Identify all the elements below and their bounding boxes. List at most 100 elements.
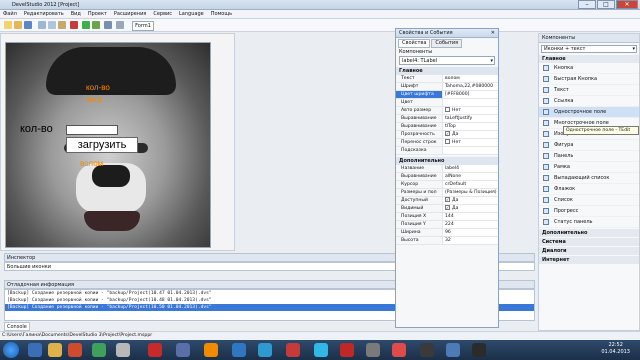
maximize-button[interactable]: □ xyxy=(597,0,615,9)
edit-field[interactable] xyxy=(66,125,118,135)
form-designer[interactable]: кол-во загр кол-во загрузить волом xyxy=(5,42,211,248)
property-value[interactable]: 144 xyxy=(442,213,498,220)
mail-icon[interactable] xyxy=(258,343,272,357)
property-row[interactable]: Размеры и пол (Размеры & Позиция) xyxy=(396,189,498,197)
cut-icon[interactable] xyxy=(38,21,46,29)
ie-icon[interactable] xyxy=(28,343,42,357)
calculator-icon[interactable] xyxy=(176,343,190,357)
component-item[interactable]: Рамка xyxy=(539,162,639,173)
app-icon[interactable] xyxy=(92,343,106,357)
property-value[interactable]: ✓ Да xyxy=(442,205,498,212)
settings-icon[interactable] xyxy=(104,21,112,29)
tab-form1[interactable]: Form1 xyxy=(132,21,154,31)
paste-icon[interactable] xyxy=(58,21,66,29)
menu-language[interactable]: Language xyxy=(179,10,204,18)
property-value[interactable] xyxy=(442,147,498,154)
minimize-button[interactable]: – xyxy=(578,0,596,9)
property-row[interactable]: Выравнивание alNone xyxy=(396,173,498,181)
component-item[interactable]: Выпадающий список xyxy=(539,173,639,184)
property-row[interactable]: Название label4 xyxy=(396,165,498,173)
explorer-icon[interactable] xyxy=(48,343,62,357)
property-row[interactable]: Доступный ✓ Да xyxy=(396,197,498,205)
property-value[interactable]: ✓ Да xyxy=(442,131,498,138)
property-row[interactable]: Цвет шрифта [#FF8000] xyxy=(396,91,498,99)
start-button[interactable] xyxy=(3,342,19,358)
component-item[interactable]: Список xyxy=(539,195,639,206)
chrome-icon[interactable] xyxy=(116,343,130,357)
checkbox[interactable] xyxy=(445,139,450,144)
run-icon[interactable] xyxy=(82,21,90,29)
property-value[interactable]: crDefault xyxy=(442,181,498,188)
property-row[interactable]: Высота 32 xyxy=(396,237,498,245)
property-row[interactable]: Курсор crDefault xyxy=(396,181,498,189)
property-value[interactable]: волом xyxy=(442,75,498,82)
checkbox[interactable] xyxy=(445,107,450,112)
bookmark-icon[interactable] xyxy=(116,21,124,29)
vk-icon[interactable] xyxy=(232,343,246,357)
load-button[interactable]: загрузить xyxy=(66,137,138,153)
label-kolvo[interactable]: кол-во xyxy=(20,123,53,135)
view-mode-select[interactable]: Иконки + текст ▾ xyxy=(541,45,637,53)
menu-view[interactable]: Вид xyxy=(71,10,81,18)
word-icon[interactable] xyxy=(286,343,300,357)
component-item[interactable]: Кнопка xyxy=(539,63,639,74)
property-row[interactable]: Прозрачность ✓ Да xyxy=(396,131,498,139)
property-row[interactable]: Выравнивание taLeftJustify xyxy=(396,115,498,123)
photoshop-icon[interactable] xyxy=(446,343,460,357)
property-row[interactable]: Текст волом xyxy=(396,75,498,83)
section-main[interactable]: Главное xyxy=(396,67,498,75)
property-value[interactable]: Tahoma,22,#080000 xyxy=(442,83,498,90)
component-item[interactable]: Быстрая Кнопка xyxy=(539,74,639,85)
component-item[interactable]: Фигура xyxy=(539,140,639,151)
checkbox[interactable]: ✓ xyxy=(445,205,450,210)
property-value[interactable]: ✓ Да xyxy=(442,197,498,204)
develstudio-icon[interactable] xyxy=(420,343,434,357)
menu-help[interactable]: Помощь xyxy=(211,10,232,18)
components-section[interactable]: Система xyxy=(539,238,639,246)
close-button[interactable]: ✕ xyxy=(616,0,638,9)
component-item[interactable]: Однострочное поле xyxy=(539,107,639,118)
property-value[interactable]: (Размеры & Позиция) xyxy=(442,189,498,196)
odnoklassniki-icon[interactable] xyxy=(204,343,218,357)
orange-label-1[interactable]: кол-во xyxy=(86,83,110,92)
component-item[interactable]: Флажок xyxy=(539,184,639,195)
open-folder-icon[interactable] xyxy=(14,21,22,29)
component-select[interactable]: label4: TLabel ▾ xyxy=(399,56,495,65)
component-item[interactable]: Панель xyxy=(539,151,639,162)
property-row[interactable]: Цвет xyxy=(396,99,498,107)
menu-edit[interactable]: Редактировать xyxy=(24,10,64,18)
opera-icon[interactable] xyxy=(340,343,354,357)
checkbox[interactable]: ✓ xyxy=(445,197,450,202)
components-section[interactable]: Дополнительно xyxy=(539,229,639,237)
property-value[interactable]: 96 xyxy=(442,229,498,236)
property-value[interactable]: Нет xyxy=(442,107,498,114)
tab-properties[interactable]: Свойства xyxy=(398,39,431,48)
property-value[interactable]: taLeftJustify xyxy=(442,115,498,122)
property-row[interactable]: Авто размер Нет xyxy=(396,107,498,115)
new-file-icon[interactable] xyxy=(4,21,12,29)
component-item[interactable]: Ссылка xyxy=(539,96,639,107)
components-section[interactable]: Диалоги xyxy=(539,247,639,255)
property-row[interactable]: Позиция Y 224 xyxy=(396,221,498,229)
tab-console[interactable]: Console xyxy=(4,322,30,331)
property-row[interactable]: Позиция X 144 xyxy=(396,213,498,221)
clock[interactable]: 22:52 01.04.2013 xyxy=(601,342,630,356)
copy-icon[interactable] xyxy=(48,21,56,29)
menu-file[interactable]: Файл xyxy=(3,10,17,18)
component-item[interactable]: Текст xyxy=(539,85,639,96)
build-icon[interactable] xyxy=(92,21,100,29)
component-item[interactable]: Прогресс xyxy=(539,206,639,217)
property-row[interactable]: Выравнивание tlTop xyxy=(396,123,498,131)
property-value[interactable]: tlTop xyxy=(442,123,498,130)
components-section[interactable]: Интернет xyxy=(539,256,639,264)
property-row[interactable]: Ширина 96 xyxy=(396,229,498,237)
property-row[interactable]: Подсказка xyxy=(396,147,498,155)
property-value[interactable]: 32 xyxy=(442,237,498,244)
property-value[interactable]: 224 xyxy=(442,221,498,228)
skype-icon[interactable] xyxy=(314,343,328,357)
property-value[interactable] xyxy=(442,99,498,106)
menu-extensions[interactable]: Расширения xyxy=(114,10,146,18)
close-icon[interactable]: ✕ xyxy=(491,29,495,38)
media-icon[interactable] xyxy=(68,343,82,357)
property-value[interactable]: [#FF8000] xyxy=(442,91,498,98)
